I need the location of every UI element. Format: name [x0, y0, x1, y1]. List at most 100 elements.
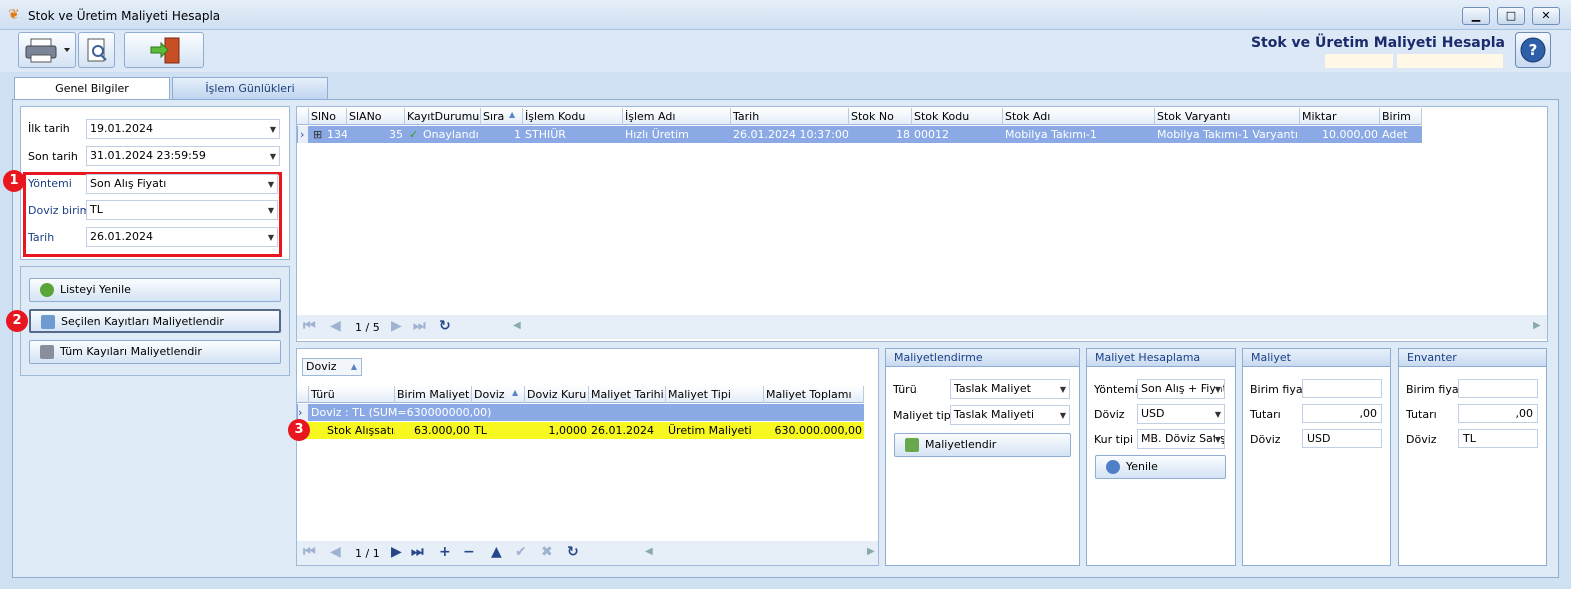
check-icon: ✓	[409, 128, 419, 141]
header-field-1	[1325, 54, 1393, 68]
chevron-down-icon[interactable]: ▼	[270, 148, 276, 166]
col-maliyet-tipi[interactable]: Maliyet Tipi	[666, 386, 764, 403]
last-page-icon[interactable]: ⏭	[413, 318, 426, 334]
col-slno[interactable]: SlNo	[309, 108, 347, 125]
first-page-icon[interactable]: ⏮	[303, 544, 316, 560]
scrollbar-left-icon[interactable]: ◀	[513, 320, 521, 331]
add-icon[interactable]: +	[439, 544, 451, 560]
main-grid-header: SlNo SlANo KayıtDurumu Sıra İşlem Kodu İ…	[297, 108, 1422, 125]
header-field-2	[1397, 54, 1503, 68]
mh-yontem-select[interactable]: Son Alış + Fiyat ▼	[1137, 379, 1225, 399]
listeyi-yenile-button[interactable]: Listeyi Yenile	[29, 278, 281, 302]
detail-grid-pager: ⏮ ◀ 1 / 1 ▶ ⏭ + − ▲ ✔ ✖ ↻ ◀ ▶	[297, 541, 878, 565]
col-sira[interactable]: Sıra	[481, 108, 523, 125]
chevron-down-icon[interactable]: ▼	[1214, 381, 1221, 398]
col-stok-varyanti[interactable]: Stok Varyantı	[1155, 108, 1300, 125]
col-kayitdurumu[interactable]: KayıtDurumu	[405, 108, 481, 125]
group-row[interactable]: › Doviz : TL (SUM=630000000,00)	[297, 404, 864, 421]
maliyet-birim-field[interactable]	[1302, 379, 1382, 398]
expand-icon[interactable]: ⊞	[311, 126, 323, 143]
scrollbar-left-icon[interactable]: ◀	[645, 546, 653, 557]
calculator-icon	[40, 345, 54, 359]
col-stok-no[interactable]: Stok No	[849, 108, 912, 125]
maliyet-tutar-field[interactable]: ,00	[1302, 404, 1382, 423]
secilen-kayitlari-maliyetlendir-button[interactable]: Seçilen Kayıtları Maliyetlendir	[29, 309, 281, 333]
first-page-icon[interactable]: ⏮	[303, 318, 316, 334]
chevron-down-icon[interactable]: ▼	[1060, 381, 1066, 399]
help-button[interactable]: ?	[1515, 32, 1551, 68]
move-up-icon[interactable]: ▲	[491, 544, 502, 560]
mh-kur-select[interactable]: MB. Döviz Satış ▼	[1137, 429, 1225, 449]
scrollbar-right-icon[interactable]: ▶	[867, 546, 875, 557]
col-maliyet-toplami[interactable]: Maliyet Toplamı	[764, 386, 864, 403]
ilk-tarih-field[interactable]: 19.01.2024 ▼	[86, 119, 280, 139]
refresh-icon	[40, 283, 54, 297]
col-birim[interactable]: Birim	[1380, 108, 1422, 125]
print-button[interactable]	[18, 32, 76, 68]
next-page-icon[interactable]: ▶	[391, 544, 402, 560]
tab-genel-bilgiler[interactable]: Genel Bilgiler	[14, 77, 170, 100]
remove-icon[interactable]: −	[463, 544, 475, 560]
chevron-down-icon[interactable]: ▼	[268, 229, 274, 247]
confirm-icon[interactable]: ✔	[515, 544, 527, 560]
doviz-birimi-label: Doviz birimi	[28, 204, 94, 217]
col-tarih[interactable]: Tarih	[731, 108, 849, 125]
minimize-button[interactable]: ▁	[1462, 7, 1490, 25]
tab-islem-gunlukleri[interactable]: İşlem Günlükleri	[172, 77, 328, 100]
tum-kayitlari-maliyetlendir-button[interactable]: Tüm Kayıları Maliyetlendir	[29, 340, 281, 364]
maliyet-title: Maliyet	[1243, 349, 1390, 367]
envanter-doviz-label: Döviz	[1406, 433, 1437, 446]
exit-door-icon	[150, 37, 180, 64]
mh-doviz-select[interactable]: USD ▼	[1137, 404, 1225, 424]
turu-label: Türü	[893, 383, 917, 396]
col-islem-kodu[interactable]: İşlem Kodu	[523, 108, 623, 125]
chevron-down-icon[interactable]: ▼	[270, 121, 276, 139]
col-slano[interactable]: SlANo	[347, 108, 405, 125]
chevron-down-icon[interactable]: ▼	[268, 202, 274, 220]
close-button[interactable]: ✕	[1532, 7, 1560, 25]
app-logo-icon: ❦	[8, 7, 20, 23]
yenile-button[interactable]: Yenile	[1095, 455, 1226, 479]
tarih-field[interactable]: 26.01.2024 ▼	[86, 227, 278, 247]
chevron-down-icon[interactable]: ▼	[1214, 431, 1221, 448]
maliyetlendir-button[interactable]: Maliyetlendir	[894, 433, 1071, 457]
refresh-icon[interactable]: ↻	[567, 544, 579, 560]
turu-select[interactable]: Taslak Maliyet ▼	[950, 379, 1070, 399]
printer-icon	[25, 38, 70, 63]
scrollbar-right-icon[interactable]: ▶	[1533, 320, 1541, 331]
maximize-button[interactable]: □	[1497, 7, 1525, 25]
yontem-select[interactable]: Son Alış Fiyatı ▼	[86, 174, 278, 194]
envanter-tutar-field[interactable]: ,00	[1458, 404, 1538, 423]
exit-button[interactable]	[124, 32, 204, 68]
prev-page-icon[interactable]: ◀	[330, 318, 341, 334]
col-stok-adi[interactable]: Stok Adı	[1003, 108, 1155, 125]
doviz-birimi-select[interactable]: TL ▼	[86, 200, 278, 220]
last-page-icon[interactable]: ⏭	[411, 544, 424, 560]
prev-page-icon[interactable]: ◀	[330, 544, 341, 560]
son-tarih-field[interactable]: 31.01.2024 23:59:59 ▼	[86, 146, 280, 166]
col-stok-kodu[interactable]: Stok Kodu	[912, 108, 1003, 125]
cancel-icon[interactable]: ✖	[541, 544, 553, 560]
detail-grid	[296, 348, 879, 566]
next-page-icon[interactable]: ▶	[391, 318, 402, 334]
maliyet-doviz-field[interactable]: USD	[1302, 429, 1382, 448]
col-maliyet-tarihi[interactable]: Maliyet Tarihi	[589, 386, 666, 403]
col-birim-maliyet[interactable]: Birim Maliyet	[395, 386, 472, 403]
envanter-birim-field[interactable]	[1458, 379, 1538, 398]
col-turu[interactable]: Türü	[309, 386, 395, 403]
chevron-down-icon[interactable]: ▼	[268, 176, 274, 194]
table-row[interactable]: Stok Alışsatış 63.000,00 TL 1,0000 26.01…	[297, 422, 864, 439]
col-doviz-kuru[interactable]: Doviz Kuru	[525, 386, 589, 403]
chevron-down-icon[interactable]: ▼	[1215, 406, 1221, 424]
chevron-down-icon[interactable]: ▼	[1060, 407, 1066, 425]
maliyet-birim-label: Birim fiyat	[1250, 383, 1307, 396]
envanter-doviz-field[interactable]: TL	[1458, 429, 1538, 448]
col-islem-adi[interactable]: İşlem Adı	[623, 108, 731, 125]
preview-button[interactable]	[78, 32, 115, 68]
table-row[interactable]: › ⊞ 134 35 ✓ Onaylandı 1 STHIÜR Hızlı Ür…	[297, 126, 1422, 143]
window-title: Stok ve Üretim Maliyeti Hesapla	[28, 9, 221, 23]
group-by-chip[interactable]: Doviz ▲	[302, 358, 362, 376]
maliyet-tipi-select[interactable]: Taslak Maliyeti ▼	[950, 405, 1070, 425]
refresh-icon[interactable]: ↻	[439, 318, 451, 334]
col-miktar[interactable]: Miktar	[1300, 108, 1380, 125]
